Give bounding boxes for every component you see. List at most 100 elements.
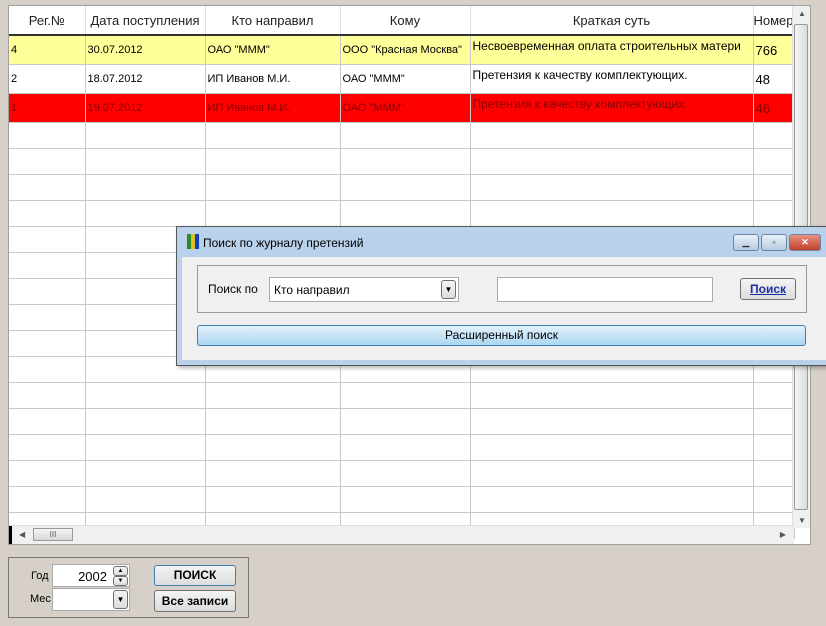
cell-to[interactable]: ОАО "МММ": [340, 64, 471, 94]
search-button[interactable]: Поиск: [740, 278, 796, 300]
empty-cell: [205, 486, 341, 513]
spin-down-icon[interactable]: ▼: [113, 576, 128, 586]
empty-cell: [205, 408, 341, 435]
empty-cell: [470, 148, 754, 175]
maximize-button[interactable]: ▫: [761, 234, 787, 251]
empty-cell: [205, 434, 341, 461]
cell-date[interactable]: 30.07.2012: [85, 35, 206, 65]
empty-cell: [470, 122, 754, 149]
search-by-value: Кто направил: [274, 283, 350, 297]
empty-cell: [470, 434, 754, 461]
empty-cell: [340, 122, 471, 149]
cell-to[interactable]: ОАО "МММ": [340, 93, 471, 123]
empty-cell: [340, 434, 471, 461]
year-spinner[interactable]: 2002 ▲ ▼: [52, 564, 130, 587]
empty-cell: [470, 382, 754, 409]
horizontal-scrollbar[interactable]: ◀ III ▶: [9, 525, 794, 544]
year-value: 2002: [78, 569, 107, 584]
empty-cell: [340, 408, 471, 435]
empty-cell: [85, 408, 206, 435]
empty-cell: [470, 174, 754, 201]
scroll-down-icon[interactable]: ▼: [798, 516, 806, 525]
empty-cell: [340, 382, 471, 409]
cell-from[interactable]: ИП Иванов М.И.: [205, 64, 341, 94]
scroll-right-icon[interactable]: ▶: [780, 530, 786, 539]
empty-cell: [85, 382, 206, 409]
cell-reg-no[interactable]: 4: [9, 35, 86, 65]
col-header-from[interactable]: Кто направил: [205, 6, 341, 36]
search-by-label: Поиск по: [208, 282, 258, 296]
minimize-button[interactable]: ▁: [733, 234, 759, 251]
empty-cell: [753, 486, 795, 513]
table-row[interactable]: 1 19.07.2012 ИП Иванов М.И. ОАО "МММ" Претен…: [9, 93, 795, 123]
cell-date[interactable]: 19.07.2012: [85, 93, 206, 123]
books-icon: [187, 234, 199, 249]
all-records-button[interactable]: Все записи: [154, 590, 236, 612]
cell-summary[interactable]: Претензия к качеству комплектующих.: [470, 93, 754, 123]
cell-number[interactable]: 46: [753, 93, 795, 123]
empty-cell: [340, 200, 471, 227]
chevron-down-icon[interactable]: ▼: [441, 280, 456, 299]
search-input[interactable]: [497, 277, 713, 302]
empty-row: [9, 382, 795, 409]
cell-number[interactable]: 48: [753, 64, 795, 94]
empty-cell: [470, 200, 754, 227]
empty-cell: [340, 486, 471, 513]
cell-summary[interactable]: Несвоевременная оплата строительных мате…: [470, 35, 754, 65]
search-by-select[interactable]: Кто направил ▼: [269, 277, 459, 302]
empty-cell: [9, 148, 86, 175]
empty-cell: [753, 382, 795, 409]
cell-number[interactable]: 766: [753, 35, 795, 65]
empty-cell: [85, 434, 206, 461]
cell-from[interactable]: ИП Иванов М.И.: [205, 93, 341, 123]
cell-from[interactable]: ОАО "МММ": [205, 35, 341, 65]
col-header-summary[interactable]: Краткая суть: [470, 6, 754, 36]
advanced-search-button[interactable]: Расширенный поиск: [197, 325, 806, 346]
empty-cell: [205, 460, 341, 487]
table-row[interactable]: 2 18.07.2012 ИП Иванов М.И. ОАО "МММ" Претен…: [9, 64, 795, 94]
empty-cell: [753, 408, 795, 435]
empty-cell: [9, 382, 86, 409]
empty-cell: [470, 408, 754, 435]
cell-date[interactable]: 18.07.2012: [85, 64, 206, 94]
cell-reg-no[interactable]: 1: [9, 93, 86, 123]
empty-cell: [340, 174, 471, 201]
empty-cell: [205, 200, 341, 227]
empty-row: [9, 460, 795, 487]
empty-row: [9, 486, 795, 513]
empty-cell: [85, 148, 206, 175]
empty-cell: [85, 122, 206, 149]
empty-cell: [9, 408, 86, 435]
search-dialog: Поиск по журналу претензий ▁ ▫ ✕ Поиск п…: [176, 226, 826, 366]
month-select[interactable]: ▼: [52, 588, 130, 611]
empty-cell: [340, 460, 471, 487]
empty-cell: [753, 200, 795, 227]
empty-cell: [205, 174, 341, 201]
horizontal-scroll-thumb[interactable]: III: [33, 528, 73, 541]
empty-cell: [85, 460, 206, 487]
empty-cell: [9, 460, 86, 487]
empty-cell: [85, 174, 206, 201]
col-header-reg-no[interactable]: Рег.№: [9, 6, 86, 36]
empty-cell: [9, 200, 86, 227]
empty-cell: [9, 434, 86, 461]
month-label: Мес: [30, 593, 51, 605]
empty-cell: [205, 148, 341, 175]
scroll-up-icon[interactable]: ▲: [798, 9, 806, 18]
cell-reg-no[interactable]: 2: [9, 64, 86, 94]
spin-up-icon[interactable]: ▲: [113, 566, 128, 576]
close-button[interactable]: ✕: [789, 234, 821, 251]
cell-summary[interactable]: Претензия к качеству комплектующих.: [470, 64, 754, 94]
empty-cell: [205, 382, 341, 409]
cell-to[interactable]: ООО "Красная Москва": [340, 35, 471, 65]
empty-cell: [470, 460, 754, 487]
find-button[interactable]: ПОИСК: [154, 565, 236, 586]
col-header-date[interactable]: Дата поступления: [85, 6, 206, 36]
col-header-to[interactable]: Кому: [340, 6, 471, 36]
col-header-number[interactable]: Номер: [753, 6, 795, 36]
empty-cell: [753, 460, 795, 487]
scroll-left-icon[interactable]: ◀: [19, 530, 25, 539]
year-label: Год: [31, 570, 49, 582]
table-row[interactable]: 4 30.07.2012 ОАО "МММ" ООО "Красная Москва"…: [9, 35, 795, 65]
chevron-down-icon[interactable]: ▼: [113, 590, 128, 609]
